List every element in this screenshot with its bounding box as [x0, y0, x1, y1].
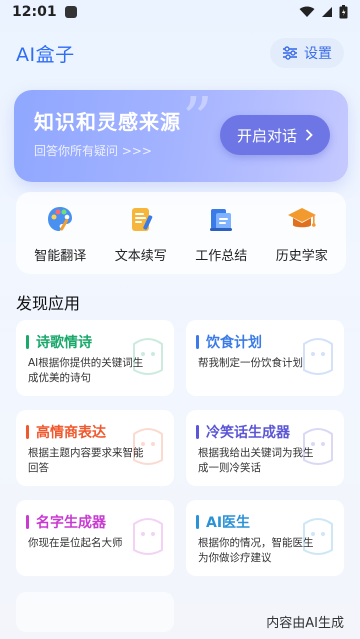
status-icons	[299, 5, 348, 19]
card-header: 饮食计划	[196, 332, 262, 352]
card-accent-bar	[26, 335, 29, 349]
card-accent-bar	[26, 425, 29, 439]
app-card-ai-doctor[interactable]: AI医生 根据你的情况，智能医生为你做诊疗建议	[186, 500, 344, 576]
settings-label: 设置	[304, 46, 332, 62]
mascot-icon	[303, 338, 333, 375]
settings-button[interactable]: 设置	[270, 38, 344, 68]
hero-subtitle: 回答你所有疑问 >>>	[34, 144, 152, 158]
mascot-icon	[133, 338, 163, 375]
app-card-poetry[interactable]: 诗歌情诗 AI根据你提供的关键词生成优美的诗句	[16, 320, 174, 396]
app-title: AI盒子	[16, 43, 75, 66]
ai-generated-watermark: 内容由AI生成	[266, 616, 344, 631]
feature-label: 智能翻译	[34, 248, 87, 264]
start-chat-label: 开启对话	[236, 126, 297, 145]
feature-label: 文本续写	[114, 248, 167, 264]
wifi-icon	[299, 6, 315, 17]
chevron-right-icon	[305, 129, 313, 141]
feature-shortcuts: 智能翻译 文本续写 工作总结 历史学家	[16, 192, 346, 274]
quote-decoration: ”	[182, 90, 213, 155]
signal-icon	[322, 7, 332, 17]
card-accent-bar	[26, 515, 29, 529]
card-title: 诗歌情诗	[36, 335, 92, 351]
app-card-diet-plan[interactable]: 饮食计划 帮我制定一份饮食计划	[186, 320, 344, 396]
mascot-icon	[133, 518, 163, 555]
feature-work-summary[interactable]: 工作总结	[182, 203, 260, 264]
feature-label: 历史学家	[275, 248, 328, 264]
card-accent-bar	[196, 425, 199, 439]
feature-historian[interactable]: 历史学家	[263, 203, 341, 264]
hero-title: 知识和灵感来源	[34, 110, 181, 134]
mascot-icon	[133, 428, 163, 465]
document-icon	[205, 203, 237, 235]
feature-translate[interactable]: 智能翻译	[21, 203, 99, 264]
feature-continue-writing[interactable]: 文本续写	[102, 203, 180, 264]
status-bar: 12:01	[0, 0, 360, 24]
card-header: 名字生成器	[26, 512, 106, 532]
card-title: 饮食计划	[206, 335, 262, 351]
card-title: 名字生成器	[36, 515, 106, 531]
app-card-eq-expression[interactable]: 高情商表达 根据主题内容要求来智能回答	[16, 410, 174, 486]
card-title: AI医生	[206, 515, 251, 531]
card-header: 冷笑话生成器	[196, 422, 290, 442]
card-title: 高情商表达	[36, 425, 106, 441]
card-accent-bar	[196, 515, 199, 529]
notepad-icon	[125, 203, 157, 235]
card-title: 冷笑话生成器	[206, 425, 290, 441]
notification-icon	[64, 6, 77, 18]
graduation-cap-icon	[286, 203, 318, 235]
hero-banner[interactable]: ” 知识和灵感来源 回答你所有疑问 >>> 开启对话	[14, 90, 348, 182]
battery-icon	[339, 5, 348, 19]
app-header: AI盒子 设置	[0, 36, 360, 70]
status-time: 12:01	[12, 4, 57, 20]
app-card-partial[interactable]	[16, 592, 174, 632]
app-card-name-generator[interactable]: 名字生成器 你现在是位起名大师	[16, 500, 174, 576]
feature-label: 工作总结	[195, 248, 248, 264]
settings-sliders-icon	[283, 46, 297, 60]
mascot-icon	[303, 428, 333, 465]
section-title: 发现应用	[16, 294, 81, 313]
card-header: AI医生	[196, 512, 250, 532]
palette-icon	[44, 203, 76, 235]
app-card-joke-generator[interactable]: 冷笑话生成器 根据我给出关键词为我生成一则冷笑话	[186, 410, 344, 486]
card-header: 诗歌情诗	[26, 332, 92, 352]
mascot-icon	[303, 518, 333, 555]
card-header: 高情商表达	[26, 422, 106, 442]
start-chat-button[interactable]: 开启对话	[220, 115, 330, 155]
card-accent-bar	[196, 335, 199, 349]
